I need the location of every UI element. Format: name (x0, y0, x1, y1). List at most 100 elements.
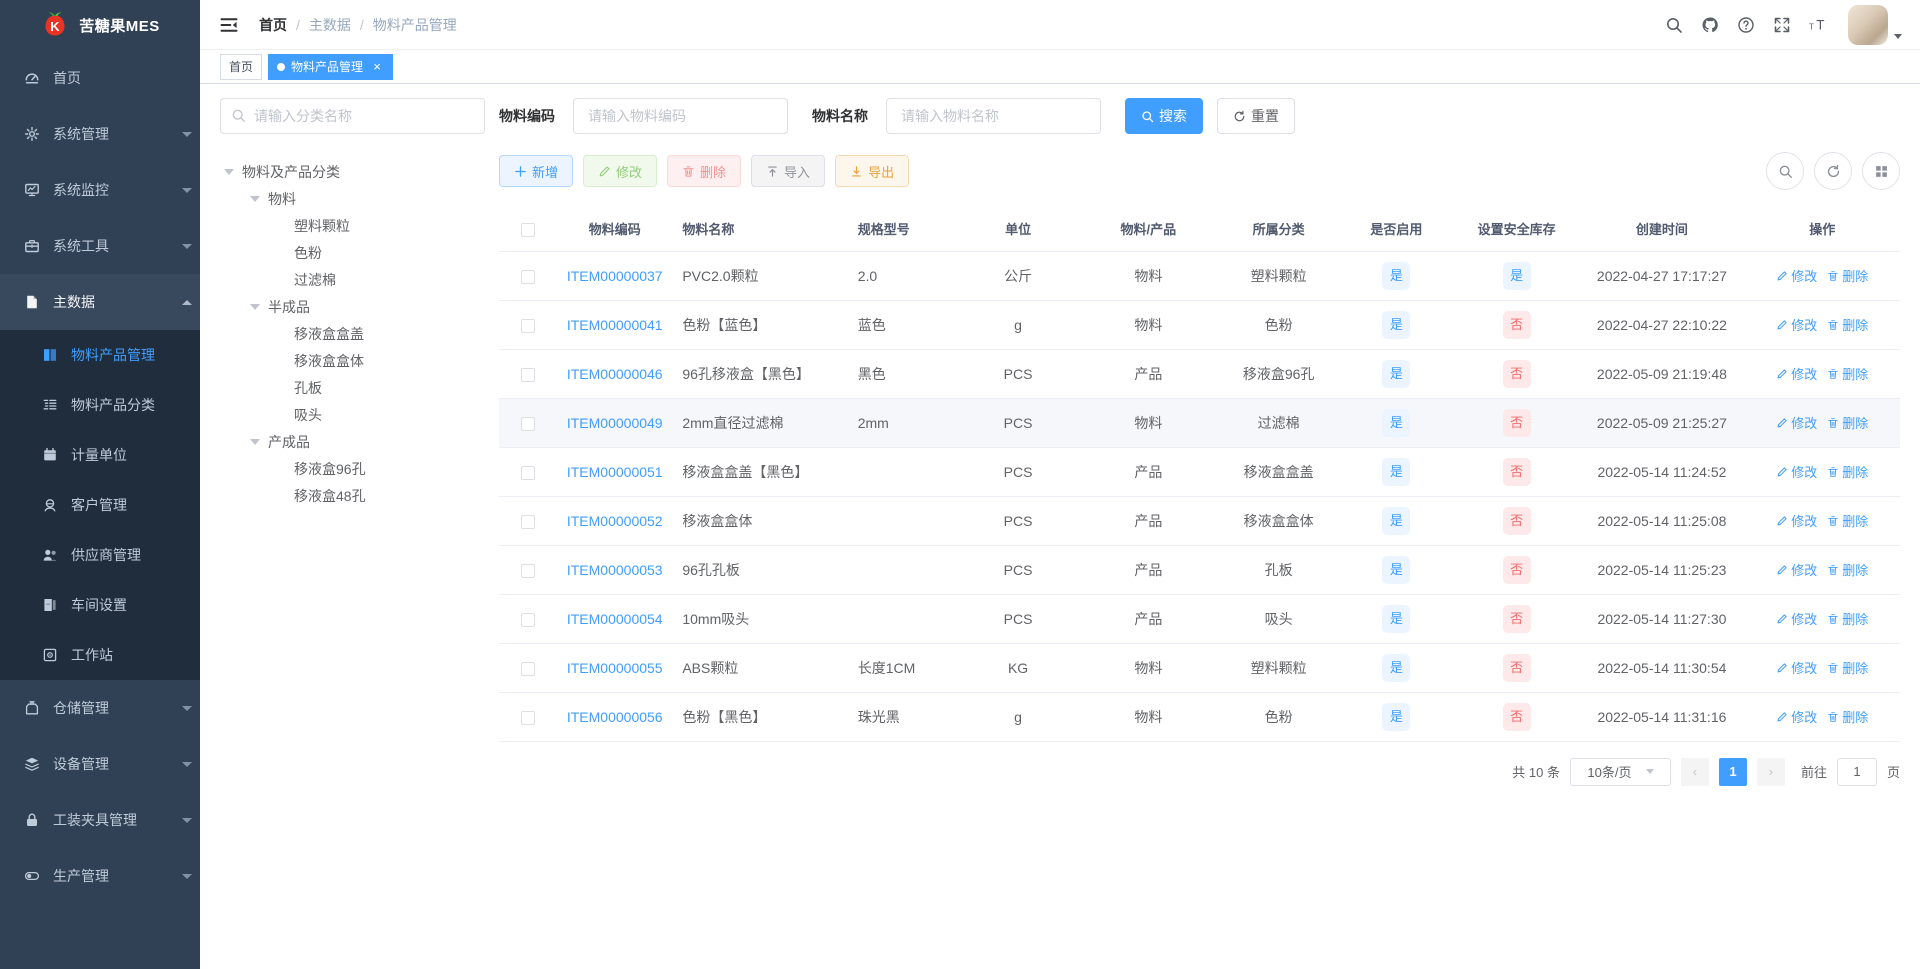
sidebar-item-master-data[interactable]: 主数据 (0, 274, 200, 330)
sidebar-item-system-management[interactable]: 系统管理 (0, 106, 200, 162)
tree-node[interactable]: 色粉 (220, 239, 485, 266)
tree-node[interactable]: 吸头 (220, 401, 485, 428)
row-edit-button[interactable]: 修改 (1776, 707, 1817, 726)
material-code-link[interactable]: ITEM00000046 (567, 366, 663, 382)
caret-down-icon[interactable] (250, 438, 260, 445)
tree-node[interactable]: 物料及产品分类 (220, 158, 485, 185)
search-icon[interactable] (1658, 9, 1690, 41)
sidebar-item-home[interactable]: 首页 (0, 50, 200, 106)
page-size-select[interactable]: 10条/页 (1569, 757, 1671, 786)
select-all-checkbox[interactable] (521, 222, 536, 237)
github-icon[interactable] (1694, 9, 1726, 41)
column-settings-icon[interactable] (1862, 152, 1900, 190)
tab-material-product-management[interactable]: 物料产品管理 × (268, 53, 394, 80)
breadcrumb-item[interactable]: 首页 (259, 15, 287, 35)
avatar[interactable] (1848, 4, 1888, 45)
row-delete-button[interactable]: 删除 (1827, 413, 1868, 432)
row-checkbox[interactable] (521, 514, 536, 529)
reset-button[interactable]: 重置 (1217, 98, 1295, 134)
hamburger-icon[interactable] (215, 11, 243, 39)
sidebar-subitem-workstation[interactable]: 工作站 (0, 630, 200, 680)
sidebar-subitem-material-product-category[interactable]: 物料产品分类 (0, 380, 200, 430)
fullscreen-icon[interactable] (1766, 9, 1798, 41)
edit-button[interactable]: 修改 (583, 155, 658, 187)
sidebar-item-system-tools[interactable]: 系统工具 (0, 218, 200, 274)
material-code-link[interactable]: ITEM00000052 (567, 513, 663, 529)
tree-node[interactable]: 过滤棉 (220, 266, 485, 293)
tree-node[interactable]: 物料 (220, 185, 485, 212)
material-code-link[interactable]: ITEM00000055 (567, 660, 663, 676)
material-code-link[interactable]: ITEM00000041 (567, 317, 663, 333)
sidebar-item-warehouse-management[interactable]: 仓储管理 (0, 680, 200, 736)
sidebar-subitem-measure-unit[interactable]: 计量单位 (0, 430, 200, 480)
row-delete-button[interactable]: 删除 (1827, 707, 1868, 726)
row-checkbox[interactable] (521, 318, 536, 333)
row-delete-button[interactable]: 删除 (1827, 364, 1868, 383)
row-checkbox[interactable] (521, 710, 536, 725)
row-delete-button[interactable]: 删除 (1827, 560, 1868, 579)
sidebar-subitem-supplier-management[interactable]: 供应商管理 (0, 530, 200, 580)
tree-node[interactable]: 孔板 (220, 374, 485, 401)
material-name-input[interactable] (886, 98, 1101, 134)
row-checkbox[interactable] (521, 563, 536, 578)
tree-node[interactable]: 塑料颗粒 (220, 212, 485, 239)
row-edit-button[interactable]: 修改 (1776, 658, 1817, 677)
row-delete-button[interactable]: 删除 (1827, 658, 1868, 677)
category-search-input[interactable] (220, 98, 485, 134)
row-checkbox[interactable] (521, 367, 536, 382)
row-delete-button[interactable]: 删除 (1827, 609, 1868, 628)
row-delete-button[interactable]: 删除 (1827, 266, 1868, 285)
caret-down-icon[interactable] (250, 303, 260, 310)
next-page-button[interactable]: › (1756, 757, 1785, 786)
close-icon[interactable]: × (370, 60, 384, 74)
prev-page-button[interactable]: ‹ (1680, 757, 1709, 786)
goto-page-input[interactable] (1836, 757, 1877, 786)
tab-home[interactable]: 首页 (220, 53, 263, 80)
material-code-input[interactable] (573, 98, 788, 134)
material-code-link[interactable]: ITEM00000054 (567, 611, 663, 627)
sidebar-subitem-customer-management[interactable]: 客户管理 (0, 480, 200, 530)
caret-down-icon[interactable] (224, 168, 234, 175)
row-checkbox[interactable] (521, 269, 536, 284)
page-number-button[interactable]: 1 (1718, 757, 1747, 786)
row-delete-button[interactable]: 删除 (1827, 511, 1868, 530)
user-menu[interactable] (1848, 4, 1902, 45)
tree-node[interactable]: 产成品 (220, 428, 485, 455)
sidebar-subitem-workshop-settings[interactable]: 车间设置 (0, 580, 200, 630)
row-checkbox[interactable] (521, 416, 536, 431)
sidebar-subitem-material-product-management[interactable]: 物料产品管理 (0, 330, 200, 380)
row-edit-button[interactable]: 修改 (1776, 511, 1817, 530)
material-code-link[interactable]: ITEM00000037 (567, 268, 663, 284)
row-edit-button[interactable]: 修改 (1776, 413, 1817, 432)
row-checkbox[interactable] (521, 661, 536, 676)
app-logo[interactable]: K 苦糖果MES (0, 0, 200, 50)
material-code-link[interactable]: ITEM00000053 (567, 562, 663, 578)
row-edit-button[interactable]: 修改 (1776, 609, 1817, 628)
row-edit-button[interactable]: 修改 (1776, 462, 1817, 481)
tree-node[interactable]: 移液盒盒盖 (220, 320, 485, 347)
toggle-search-icon[interactable] (1766, 152, 1804, 190)
row-edit-button[interactable]: 修改 (1776, 315, 1817, 334)
tree-node[interactable]: 移液盒48孔 (220, 482, 485, 509)
row-edit-button[interactable]: 修改 (1776, 364, 1817, 383)
row-checkbox[interactable] (521, 612, 536, 627)
export-button[interactable]: 导出 (835, 155, 910, 187)
sidebar-item-system-monitor[interactable]: 系统监控 (0, 162, 200, 218)
row-checkbox[interactable] (521, 465, 536, 480)
sidebar-item-tooling-management[interactable]: 工装夹具管理 (0, 792, 200, 848)
add-button[interactable]: 新增 (499, 155, 574, 187)
material-code-link[interactable]: ITEM00000049 (567, 415, 663, 431)
delete-button[interactable]: 删除 (667, 155, 742, 187)
material-code-link[interactable]: ITEM00000056 (567, 709, 663, 725)
sidebar-item-equipment-management[interactable]: 设备管理 (0, 736, 200, 792)
row-delete-button[interactable]: 删除 (1827, 462, 1868, 481)
row-delete-button[interactable]: 删除 (1827, 315, 1868, 334)
help-icon[interactable] (1730, 9, 1762, 41)
row-edit-button[interactable]: 修改 (1776, 560, 1817, 579)
material-code-link[interactable]: ITEM00000051 (567, 464, 663, 480)
sidebar-item-production-management[interactable]: 生产管理 (0, 848, 200, 904)
tree-node[interactable]: 半成品 (220, 293, 485, 320)
caret-down-icon[interactable] (250, 195, 260, 202)
search-button[interactable]: 搜索 (1125, 98, 1203, 134)
row-edit-button[interactable]: 修改 (1776, 266, 1817, 285)
